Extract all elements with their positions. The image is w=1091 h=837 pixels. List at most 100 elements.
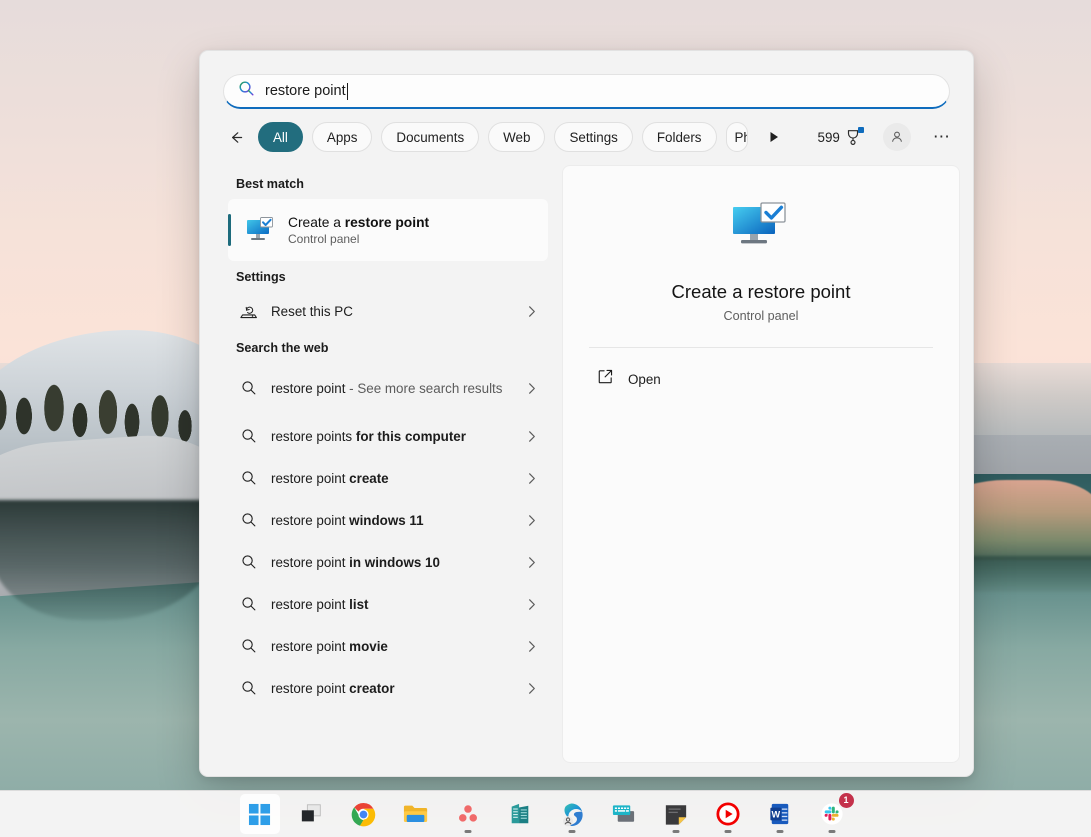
chrome-icon	[351, 802, 376, 827]
youtube-music-icon	[716, 802, 740, 826]
web-suggestion-row[interactable]: restore point creator	[228, 667, 548, 709]
chevron-right-icon[interactable]	[525, 305, 538, 318]
rewards-trophy-icon	[844, 128, 862, 146]
filter-chips-row: All Apps Documents Web Settings Folders …	[200, 109, 973, 162]
person-icon	[889, 129, 905, 145]
settings-item-label: Reset this PC	[271, 303, 525, 320]
running-indicator	[776, 830, 783, 833]
search-icon	[236, 591, 262, 617]
selection-indicator	[228, 214, 231, 246]
next-arrow-icon[interactable]	[761, 124, 787, 150]
web-suggestion-row[interactable]: restore point - See more search results	[228, 361, 548, 415]
text-caret	[347, 83, 348, 100]
search-icon	[238, 80, 255, 102]
restore-point-monitor-large-icon	[728, 200, 794, 263]
web-suggestion-label: restore point - See more search results	[271, 380, 525, 397]
back-arrow-icon[interactable]	[223, 124, 249, 150]
asana-button[interactable]	[448, 794, 488, 834]
web-suggestion-label: restore point creator	[271, 680, 525, 697]
settings-item-reset-this-pc[interactable]: Reset this PC	[228, 290, 548, 332]
web-suggestion-row[interactable]: restore point in windows 10	[228, 541, 548, 583]
filter-chip-folders[interactable]: Folders	[642, 122, 717, 152]
open-action-label: Open	[628, 372, 661, 387]
best-match-header: Best match	[200, 168, 562, 197]
web-suggestion-label: restore point windows 11	[271, 512, 525, 529]
task-view-button[interactable]	[292, 794, 332, 834]
edge-button[interactable]	[552, 794, 592, 834]
chevron-right-icon[interactable]	[525, 382, 538, 395]
rewards-indicator[interactable]: 599	[818, 128, 862, 146]
web-suggestion-label: restore points for this computer	[271, 428, 525, 445]
more-options-button[interactable]: ⋯	[928, 123, 956, 151]
results-body: Best match	[200, 162, 973, 776]
web-suggestion-label: restore point list	[271, 596, 525, 613]
slack-icon	[820, 802, 844, 826]
search-the-web-header: Search the web	[200, 332, 562, 361]
chevron-right-icon[interactable]	[525, 598, 538, 611]
web-suggestion-row[interactable]: restore point windows 11	[228, 499, 548, 541]
notification-badge: 1	[839, 793, 854, 808]
slack-button[interactable]: 1	[812, 794, 852, 834]
chevron-right-icon[interactable]	[525, 514, 538, 527]
settings-header: Settings	[200, 261, 562, 290]
web-suggestion-row[interactable]: restore point movie	[228, 625, 548, 667]
svg-text:W: W	[771, 809, 780, 819]
web-suggestion-label: restore point movie	[271, 638, 525, 655]
web-suggestion-row[interactable]: restore point create	[228, 457, 548, 499]
task-view-icon	[300, 803, 324, 825]
search-icon	[236, 465, 262, 491]
chrome-button[interactable]	[344, 794, 384, 834]
chevron-right-icon[interactable]	[525, 472, 538, 485]
best-match-subtitle: Control panel	[288, 232, 429, 246]
chevron-right-icon[interactable]	[525, 556, 538, 569]
web-suggestion-row[interactable]: restore point list	[228, 583, 548, 625]
search-bar-container: restore point	[200, 51, 973, 109]
account-avatar[interactable]	[883, 123, 911, 151]
preview-pane: Create a restore point Control panel Ope…	[562, 165, 960, 763]
word-button[interactable]: W	[760, 794, 800, 834]
preview-title: Create a restore point	[589, 281, 933, 303]
word-icon: W	[769, 802, 791, 826]
sticky-notes-button[interactable]	[656, 794, 696, 834]
keyboard-app-icon	[611, 803, 636, 825]
search-input-text: restore point	[265, 83, 348, 100]
filter-chip-photos[interactable]: Ph	[726, 122, 748, 152]
running-indicator	[568, 830, 575, 833]
preview-divider	[589, 347, 933, 348]
chevron-right-icon[interactable]	[525, 430, 538, 443]
remote-desktop-button[interactable]	[604, 794, 644, 834]
running-indicator	[672, 830, 679, 833]
search-icon	[236, 507, 262, 533]
search-input[interactable]: restore point	[223, 74, 950, 109]
filter-chip-all[interactable]: All	[258, 122, 303, 152]
desktop: restore point All Apps Documents Web Set…	[0, 0, 1091, 837]
start-button[interactable]	[240, 794, 280, 834]
edge-icon	[559, 802, 584, 827]
teams-button[interactable]	[500, 794, 540, 834]
running-indicator	[828, 830, 835, 833]
taskbar: W	[0, 790, 1091, 837]
youtube-music-button[interactable]	[708, 794, 748, 834]
rewards-count: 599	[818, 130, 840, 145]
best-match-item[interactable]: Create a restore point Control panel	[228, 199, 548, 261]
filter-chip-web[interactable]: Web	[488, 122, 545, 152]
filter-chip-documents[interactable]: Documents	[381, 122, 479, 152]
web-suggestion-label: restore point in windows 10	[271, 554, 525, 571]
restore-point-monitor-icon	[244, 214, 276, 246]
preview-icon-container	[589, 200, 933, 263]
open-action-button[interactable]: Open	[589, 362, 933, 396]
chevron-right-icon[interactable]	[525, 682, 538, 695]
search-icon	[236, 675, 262, 701]
asana-icon	[457, 803, 479, 825]
running-indicator	[464, 830, 471, 833]
sticky-notes-icon	[664, 803, 688, 826]
web-suggestion-row[interactable]: restore points for this computer	[228, 415, 548, 457]
taskbar-icons: W	[240, 794, 852, 834]
best-match-text: Create a restore point Control panel	[288, 215, 429, 246]
results-list: Best match	[200, 162, 562, 776]
chevron-right-icon[interactable]	[525, 640, 538, 653]
preview-subtitle: Control panel	[589, 309, 933, 323]
file-explorer-button[interactable]	[396, 794, 436, 834]
filter-chip-settings[interactable]: Settings	[554, 122, 632, 152]
filter-chip-apps[interactable]: Apps	[312, 122, 373, 152]
